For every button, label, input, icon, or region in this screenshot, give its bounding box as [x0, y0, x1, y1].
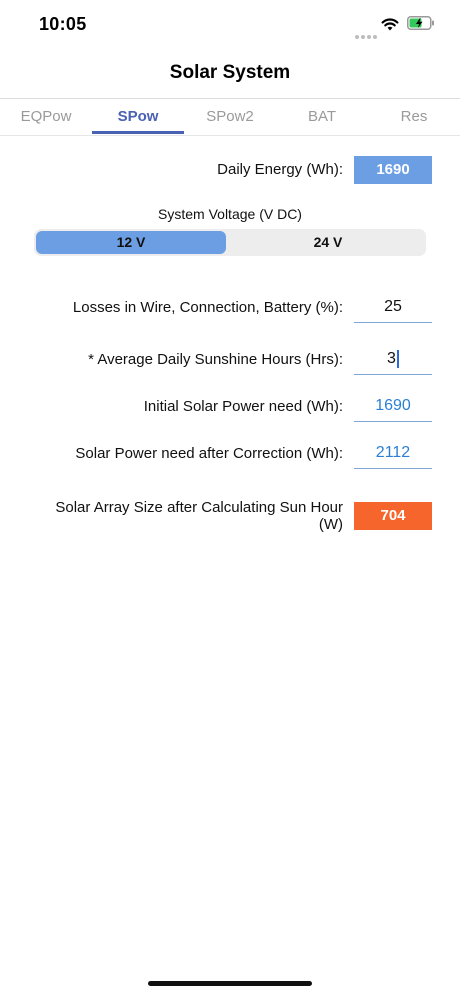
status-time: 10:05 [39, 14, 87, 34]
losses-label: Losses in Wire, Connection, Battery (%): [72, 299, 343, 316]
array-size-value: 704 [354, 502, 432, 530]
wifi-icon [381, 18, 399, 31]
losses-input[interactable]: 25 [354, 292, 432, 323]
initial-power-value: 1690 [354, 391, 432, 422]
sunshine-hours-label: * Average Daily Sunshine Hours (Hrs): [88, 351, 343, 368]
corrected-power-value: 2112 [354, 438, 432, 469]
text-cursor [396, 349, 399, 368]
tab-bat[interactable]: BAT [276, 99, 368, 135]
home-indicator [148, 981, 312, 986]
array-size-label: Solar Array Size after Calculating Sun H… [55, 499, 343, 533]
array-size-label-line2: (W) [318, 516, 343, 533]
active-tab-indicator [92, 131, 184, 134]
initial-power-label: Initial Solar Power need (Wh): [143, 398, 343, 415]
daily-energy-label: Daily Energy (Wh): [217, 161, 343, 178]
sunshine-hours-input[interactable]: 3 [354, 344, 432, 375]
voltage-segmented-control: 12 V 24 V [34, 229, 426, 256]
page-title: Solar System [169, 62, 291, 83]
cellular-signal-icon [355, 26, 379, 44]
array-size-label-line1: Solar Array Size after Calculating Sun H… [55, 499, 343, 516]
sunshine-hours-value: 3 [387, 350, 396, 367]
tab-eqpow[interactable]: EQPow [0, 99, 92, 135]
battery-charging-icon [407, 16, 434, 30]
voltage-option-24v[interactable]: 24 V [230, 229, 426, 256]
status-bar: 10:05 [0, 0, 460, 50]
tab-bar: EQPow SPow SPow2 BAT Res [0, 98, 460, 136]
tab-spow[interactable]: SPow [92, 99, 184, 135]
system-voltage-label: System Voltage (V DC) [158, 206, 302, 222]
tab-res[interactable]: Res [368, 99, 460, 135]
tab-spow2[interactable]: SPow2 [184, 99, 276, 135]
corrected-power-label: Solar Power need after Correction (Wh): [75, 445, 343, 462]
voltage-option-12v[interactable]: 12 V [36, 231, 226, 254]
daily-energy-value: 1690 [354, 156, 432, 184]
